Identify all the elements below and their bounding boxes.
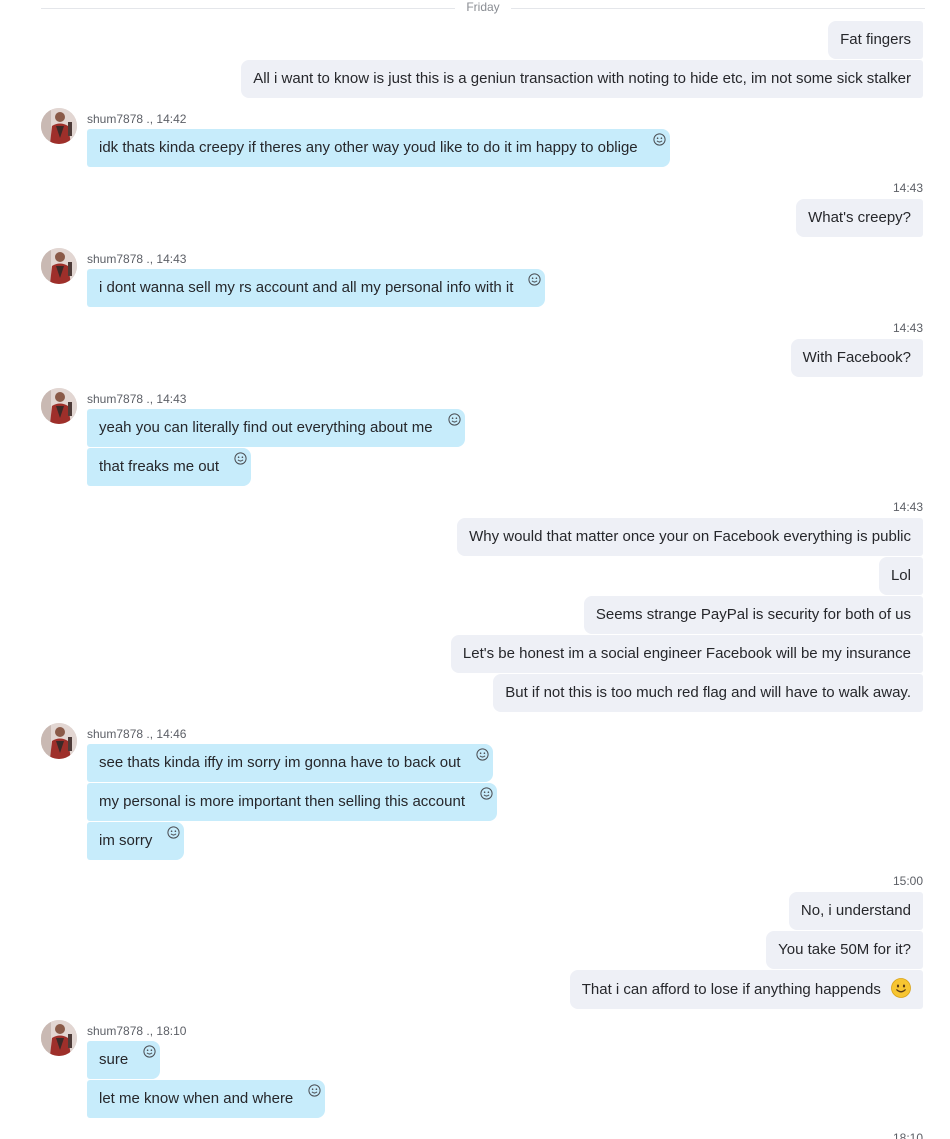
- message-time: 14:43: [892, 321, 923, 335]
- contact-avatar-image: [41, 1020, 77, 1056]
- add-reaction-icon[interactable]: [475, 748, 489, 761]
- sender-meta: shum7878 ., 18:10: [87, 1024, 186, 1038]
- message-text: Why would that matter once your on Faceb…: [469, 528, 911, 545]
- add-reaction-icon[interactable]: [653, 133, 666, 146]
- message-time: 14:43: [892, 181, 923, 195]
- message-text: i dont wanna sell my rs account and all …: [99, 279, 514, 296]
- incoming-message[interactable]: idk thats kinda creepy if theres any oth…: [87, 129, 670, 167]
- message-time: 14:43: [892, 500, 923, 514]
- sender-name: shum7878 .,: [87, 392, 154, 406]
- message-time: 18:10: [156, 1024, 187, 1038]
- incoming-message[interactable]: i dont wanna sell my rs account and all …: [87, 269, 546, 307]
- message-text: yeah you can literally find out everythi…: [99, 419, 433, 436]
- message-text: let me know when and where: [99, 1090, 294, 1107]
- outgoing-message[interactable]: You take 50M for it?: [766, 931, 923, 969]
- message-time: 15:00: [892, 874, 923, 888]
- outgoing-message[interactable]: Let's be honest im a social engineer Fac…: [450, 635, 923, 673]
- message-text: No, i understand: [800, 902, 911, 919]
- avatar[interactable]: [41, 388, 77, 424]
- message-text: All i want to know is just this is a gen…: [253, 70, 911, 87]
- sender-name: shum7878 .,: [87, 252, 154, 266]
- message-text: sure: [99, 1051, 129, 1068]
- message-text: Fat fingers: [840, 31, 911, 48]
- message-time: 14:46: [156, 727, 187, 741]
- message-time: 14:43: [156, 252, 187, 266]
- incoming-message[interactable]: sure: [87, 1041, 161, 1079]
- outgoing-message[interactable]: All i want to know is just this is a gen…: [241, 60, 923, 98]
- add-reaction-icon[interactable]: [308, 1084, 321, 1097]
- incoming-message[interactable]: im sorry: [87, 822, 185, 860]
- incoming-message[interactable]: let me know when and where: [87, 1080, 326, 1118]
- message-text: Lol: [890, 567, 911, 584]
- add-reaction-icon[interactable]: [234, 452, 247, 465]
- incoming-message[interactable]: that freaks me out: [87, 448, 252, 486]
- add-reaction-icon[interactable]: [528, 273, 541, 286]
- add-reaction-icon[interactable]: [480, 787, 493, 800]
- avatar[interactable]: [41, 723, 77, 759]
- outgoing-message[interactable]: No, i understand: [788, 892, 923, 930]
- message-text: You take 50M for it?: [778, 941, 911, 958]
- contact-avatar-image: [41, 108, 77, 144]
- message-text: With Facebook?: [802, 349, 911, 366]
- avatar[interactable]: [41, 108, 77, 144]
- sender-name: shum7878 .,: [87, 1024, 154, 1038]
- message-time: 18:10: [892, 1131, 923, 1139]
- add-reaction-icon[interactable]: [447, 413, 461, 426]
- slightly-smiling-face-emoji: [891, 978, 911, 998]
- outgoing-message[interactable]: Seems strange PayPal is security for bot…: [583, 596, 923, 634]
- sender-name: shum7878 .,: [87, 112, 154, 126]
- day-label: Friday: [466, 0, 500, 14]
- avatar[interactable]: [41, 248, 77, 284]
- outgoing-message[interactable]: That i can afford to lose if anything ha…: [569, 970, 923, 1009]
- contact-avatar-image: [41, 723, 77, 759]
- message-text: What's creepy?: [808, 209, 911, 226]
- message-text: Seems strange PayPal is security for bot…: [595, 606, 911, 623]
- message-text: Let's be honest im a social engineer Fac…: [462, 645, 911, 662]
- message-text: that freaks me out: [99, 458, 220, 475]
- outgoing-message[interactable]: With Facebook?: [790, 339, 923, 377]
- message-text: my personal is more important then selli…: [99, 793, 466, 810]
- add-reaction-icon[interactable]: [167, 826, 180, 839]
- contact-avatar-image: [41, 388, 77, 424]
- message-text: idk thats kinda creepy if theres any oth…: [99, 139, 638, 156]
- avatar[interactable]: [41, 1020, 77, 1056]
- outgoing-message[interactable]: Why would that matter once your on Faceb…: [457, 518, 923, 556]
- sender-meta: shum7878 ., 14:46: [87, 727, 186, 741]
- sender-meta: shum7878 ., 14:42: [87, 112, 186, 126]
- incoming-message[interactable]: see thats kinda iffy im sorry im gonna h…: [87, 744, 493, 782]
- sender-meta: shum7878 ., 14:43: [87, 252, 186, 266]
- divider-line: [41, 8, 455, 9]
- incoming-message[interactable]: yeah you can literally find out everythi…: [87, 409, 465, 447]
- chat-conversation: Friday Fat fingers All i want to know is…: [0, 0, 950, 1139]
- outgoing-message[interactable]: Fat fingers: [828, 21, 923, 59]
- incoming-message[interactable]: my personal is more important then selli…: [87, 783, 498, 821]
- message-time: 14:43: [156, 392, 187, 406]
- outgoing-message[interactable]: What's creepy?: [796, 199, 923, 237]
- message-text: im sorry: [99, 832, 153, 849]
- outgoing-message[interactable]: But if not this is too much red flag and…: [493, 674, 923, 712]
- day-divider: Friday: [41, 0, 925, 16]
- add-reaction-icon[interactable]: [143, 1045, 156, 1058]
- sender-name: shum7878 .,: [87, 727, 154, 741]
- message-text: But if not this is too much red flag and…: [505, 684, 911, 701]
- message-text: That i can afford to lose if anything ha…: [581, 981, 881, 998]
- outgoing-message[interactable]: Lol: [878, 557, 923, 595]
- divider-line: [511, 8, 925, 9]
- message-text: see thats kinda iffy im sorry im gonna h…: [99, 754, 461, 771]
- message-time: 14:42: [156, 112, 187, 126]
- contact-avatar-image: [41, 248, 77, 284]
- sender-meta: shum7878 ., 14:43: [87, 392, 186, 406]
